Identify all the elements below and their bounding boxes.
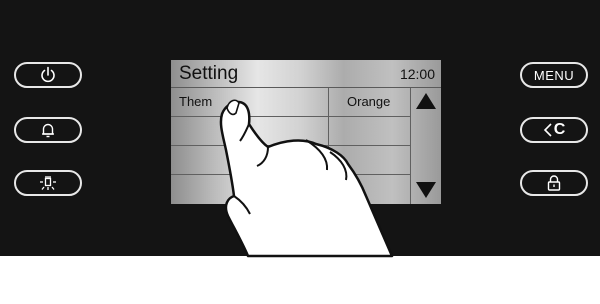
light-button[interactable]: [14, 170, 82, 196]
display-screen: Setting 12:00 Them Orange: [171, 60, 441, 204]
clock-time: 12:00: [399, 66, 435, 82]
setting-name: Them: [179, 94, 213, 109]
settings-row[interactable]: [171, 175, 410, 204]
scrollbar-divider: [410, 88, 411, 204]
alarm-button[interactable]: [14, 117, 82, 143]
back-label: C: [553, 121, 566, 138]
power-icon: [41, 66, 55, 83]
screen-title: Setting: [179, 63, 239, 84]
menu-label: MENU: [533, 67, 575, 83]
chevron-left-icon: [543, 123, 552, 137]
title-bar: Setting 12:00: [171, 60, 441, 88]
menu-button[interactable]: MENU: [520, 62, 588, 88]
lock-button[interactable]: [520, 170, 588, 196]
lock-icon: [547, 175, 561, 191]
scroll-down-icon[interactable]: [416, 182, 436, 198]
bell-icon: [42, 123, 54, 138]
control-panel: MENU C Setting 12:00 Them Orange: [0, 0, 600, 256]
back-button[interactable]: C: [520, 117, 588, 143]
setting-value: Orange: [347, 94, 391, 109]
settings-row[interactable]: [171, 146, 410, 175]
power-button[interactable]: [14, 62, 82, 88]
settings-row[interactable]: [171, 117, 410, 146]
light-icon: [40, 176, 56, 190]
settings-row[interactable]: Them Orange: [171, 88, 410, 117]
column-divider: [328, 88, 329, 204]
scroll-up-icon[interactable]: [416, 93, 436, 109]
